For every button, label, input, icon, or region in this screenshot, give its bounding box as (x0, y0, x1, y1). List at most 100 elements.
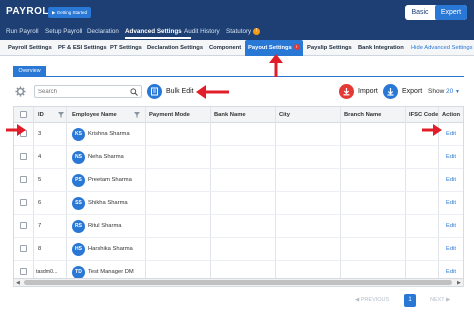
column-header-action: Action (442, 112, 461, 118)
tab-bank-integration[interactable]: Bank Integration (358, 40, 404, 56)
avatar: SS (72, 197, 85, 210)
table-row[interactable]: 7 RS Ritul Sharma Edit (14, 215, 463, 238)
menu-advanced-settings[interactable]: Advanced Settings (125, 28, 182, 35)
employee-id: 6 (38, 200, 42, 206)
employee-name: Harshika Sharma (88, 246, 133, 252)
row-checkbox[interactable] (20, 199, 27, 206)
import-icon-button[interactable] (339, 84, 354, 99)
mode-toggle: Basic Expert (405, 5, 467, 20)
employee-name: Preetam Sharma (88, 177, 132, 183)
column-header-bank-name[interactable]: Bank Name (214, 107, 246, 123)
export-icon-button[interactable] (383, 84, 398, 99)
select-all-checkbox[interactable] (20, 111, 27, 118)
employee-name: Shikha Sharma (88, 200, 128, 206)
tab-payout-settings-label: Payout Settings (248, 45, 292, 51)
annotation-arrow-up (269, 54, 283, 77)
menu-statutory[interactable]: Statutory! (226, 28, 261, 36)
employee-id: 5 (38, 177, 42, 183)
page-size-value: 20 (446, 88, 454, 95)
scrollbar-thumb[interactable] (24, 280, 452, 285)
bulk-edit-icon-button[interactable] (147, 84, 162, 99)
horizontal-scrollbar[interactable]: ◀ ▶ (13, 279, 464, 287)
top-navigation-bar: PAYROLL ▶ Getting Started Basic Expert R… (0, 0, 474, 40)
edit-link[interactable]: Edit (446, 192, 456, 215)
employee-name: Ritul Sharma (88, 223, 122, 229)
basic-mode-button[interactable]: Basic (405, 5, 435, 20)
edit-link[interactable]: Edit (446, 123, 456, 146)
tab-payroll-settings[interactable]: Payroll Settings (8, 40, 52, 56)
table-row[interactable]: tasdm0... TD Test Manager DM Edit (14, 261, 463, 278)
row-checkbox[interactable] (20, 130, 27, 137)
tab-declaration-settings[interactable]: Declaration Settings (147, 40, 203, 56)
table-row[interactable]: 5 PS Preetam Sharma Edit (14, 169, 463, 192)
column-header-employee-name[interactable]: Employee Name (72, 107, 117, 123)
tab-payout-settings[interactable]: Payout Settings! (245, 40, 303, 56)
edit-link[interactable]: Edit (446, 261, 456, 278)
edit-link[interactable]: Edit (446, 169, 456, 192)
search-icon (130, 88, 138, 96)
id-filter-icon[interactable] (58, 112, 64, 118)
hide-advanced-settings-link[interactable]: Hide Advanced Settings (411, 40, 473, 56)
table-row[interactable]: 3 KS Krishna Sharma Edit (14, 123, 463, 146)
employee-table: ID Employee Name Payment Mode Bank Name … (13, 106, 464, 279)
export-button[interactable]: Export (402, 88, 422, 95)
table-row[interactable]: 8 HS Harshika Sharma Edit (14, 238, 463, 261)
scroll-right-icon[interactable]: ▶ (457, 280, 461, 286)
active-menu-underline (125, 37, 191, 39)
page-number-button[interactable]: 1 (404, 294, 416, 307)
column-header-id[interactable]: ID (38, 107, 44, 123)
menu-audit-history[interactable]: Audit History (184, 28, 220, 35)
menu-run-payroll[interactable]: Run Payroll (6, 28, 39, 35)
expert-mode-button[interactable]: Expert (435, 5, 467, 20)
table-header: ID Employee Name Payment Mode Bank Name … (14, 107, 463, 123)
gear-icon[interactable] (15, 86, 26, 97)
avatar: KS (72, 128, 85, 141)
row-checkbox[interactable] (20, 222, 27, 229)
chevron-down-icon: ▼ (455, 89, 460, 95)
avatar: TD (72, 266, 85, 278)
import-icon (343, 88, 350, 96)
statutory-warning-badge: ! (253, 28, 261, 35)
avatar: RS (72, 220, 85, 233)
menu-setup-payroll[interactable]: Setup Payroll (45, 28, 82, 35)
employee-id: 3 (38, 131, 42, 137)
employee-name: Neha Sharma (88, 154, 124, 160)
tab-payslip-settings[interactable]: Payslip Settings (307, 40, 352, 56)
bulk-edit-button[interactable]: Bulk Edit (166, 88, 194, 95)
avatar: NS (72, 151, 85, 164)
annotation-arrow-left-bulk-edit (196, 85, 229, 99)
row-checkbox[interactable] (20, 153, 27, 160)
table-row[interactable]: 6 SS Shikha Sharma Edit (14, 192, 463, 215)
employee-id: 8 (38, 246, 42, 252)
employee-id: tasdm0... (36, 269, 58, 275)
table-row[interactable]: 4 NS Neha Sharma Edit (14, 146, 463, 169)
column-header-branch-name[interactable]: Branch Name (344, 107, 381, 123)
menu-statutory-label: Statutory (226, 28, 252, 36)
getting-started-button[interactable]: ▶ Getting Started (48, 7, 91, 18)
edit-link[interactable]: Edit (446, 146, 456, 169)
column-header-city[interactable]: City (279, 107, 290, 123)
edit-link[interactable]: Edit (446, 215, 456, 238)
tab-component[interactable]: Component (209, 40, 241, 56)
tab-pt-settings[interactable]: PT Settings (110, 40, 142, 56)
previous-page-button[interactable]: ◀ PREVIOUS (355, 297, 389, 303)
search-input[interactable] (38, 87, 128, 97)
export-icon (387, 88, 394, 96)
tab-pf-esi-settings[interactable]: PF & ESI Settings (58, 40, 107, 56)
row-checkbox[interactable] (20, 176, 27, 183)
next-page-button[interactable]: NEXT ▶ (430, 297, 450, 303)
edit-link[interactable]: Edit (446, 238, 456, 261)
name-filter-icon[interactable] (134, 112, 140, 118)
show-label: Show (428, 88, 445, 95)
row-checkbox[interactable] (20, 245, 27, 252)
search-box (34, 85, 142, 98)
menu-declaration[interactable]: Declaration (87, 28, 119, 35)
scroll-left-icon[interactable]: ◀ (16, 280, 20, 286)
tab-overview[interactable]: Overview (13, 66, 46, 76)
row-checkbox[interactable] (20, 268, 27, 275)
page-size-select[interactable]: 20 ▼ (446, 85, 466, 98)
column-header-payment-mode[interactable]: Payment Mode (149, 107, 190, 123)
column-header-ifsc-code[interactable]: IFSC Code (409, 107, 438, 123)
employee-id: 7 (38, 223, 42, 229)
import-button[interactable]: Import (358, 88, 378, 95)
